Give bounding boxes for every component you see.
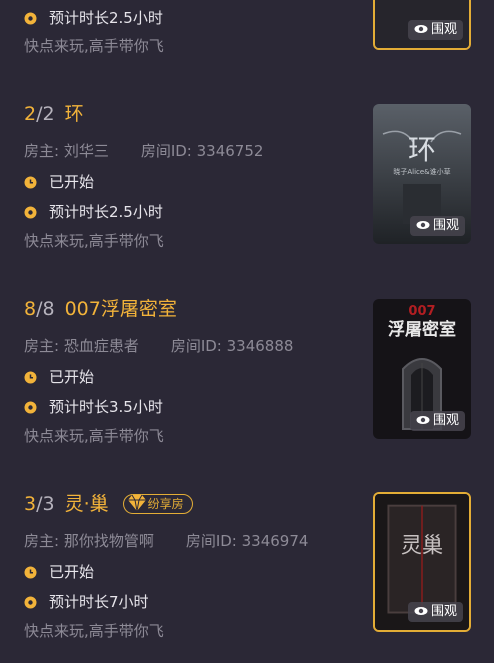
room-card[interactable]: 2/2 环 房主: 刘华三 房间ID: 3346752 已开始 预计时长2.5小时 …	[0, 100, 494, 250]
room-title: 2/2 环	[24, 103, 84, 125]
poster-title: 环	[408, 133, 436, 166]
dot-icon	[24, 399, 37, 419]
status-text: 已开始	[49, 563, 95, 581]
poster-title: 灵巢	[401, 533, 443, 558]
eye-icon	[414, 607, 428, 615]
duration-row: 预计时长3.5小时	[24, 397, 163, 419]
watch-button[interactable]: 围观	[409, 216, 465, 236]
poster-subtitle: 晓子Alice&谁小草	[393, 167, 450, 176]
shared-room-badge: 纷享房	[122, 494, 193, 514]
dot-icon	[24, 204, 37, 224]
poster-subtitle: 浮屠密室	[388, 319, 456, 340]
room-card[interactable]: 8/8 007浮屠密室 房主: 恐血症患者 房间ID: 3346888 已开始 预计…	[0, 295, 494, 445]
dot-icon	[24, 594, 37, 614]
duration-text: 预计时长3.5小时	[49, 398, 163, 416]
duration-text: 预计时长2.5小时	[49, 9, 163, 27]
room-poster[interactable]: 007 浮屠密室 围观	[373, 299, 471, 439]
status-text: 已开始	[49, 173, 95, 191]
room-poster[interactable]: 环 晓子Alice&谁小草 围观	[373, 104, 471, 244]
eye-icon	[416, 221, 430, 229]
player-count-total: 8	[42, 298, 55, 320]
host-label: 房主: 刘华三	[24, 142, 109, 160]
watch-button[interactable]: 围观	[407, 20, 463, 40]
room-id: 房间ID: 3346974	[185, 532, 309, 550]
dot-icon	[24, 10, 37, 30]
duration-text: 预计时长2.5小时	[49, 203, 163, 221]
watch-label: 围观	[432, 218, 459, 233]
eye-icon	[414, 25, 428, 33]
room-poster[interactable]: 灵巢 围观	[373, 492, 471, 632]
room-name: 环	[64, 103, 84, 125]
room-name: 灵·巢	[64, 493, 109, 515]
tagline: 快点来玩,高手带你飞	[24, 232, 164, 250]
room-name: 007浮屠密室	[64, 298, 177, 320]
room-card[interactable]: 3/3 灵·巢 纷享房 房主: 那你找物管啊 房间ID: 3346974 已开始 预计…	[0, 490, 494, 640]
duration-text: 预计时长7小时	[49, 593, 149, 611]
player-count-current: 2	[24, 103, 37, 125]
room-meta: 房主: 刘华三 房间ID: 3346752	[24, 141, 263, 161]
room-title: 8/8 007浮屠密室	[24, 298, 177, 320]
clock-icon	[24, 369, 37, 389]
status-row: 已开始	[24, 367, 94, 389]
clock-icon	[24, 564, 37, 584]
player-count-current: 3	[24, 493, 37, 515]
host-label: 房主: 那你找物管啊	[24, 532, 154, 550]
watch-button[interactable]: 围观	[407, 602, 463, 622]
watch-label: 围观	[432, 413, 459, 428]
room-poster[interactable]: 围观	[373, 0, 471, 50]
room-card[interactable]: 预计时长2.5小时 快点来玩,高手带你飞 围观	[0, 0, 494, 60]
status-row: 已开始	[24, 172, 94, 194]
watch-label: 围观	[430, 604, 457, 619]
eye-icon	[416, 416, 430, 424]
host-label: 房主: 恐血症患者	[24, 337, 139, 355]
status-text: 已开始	[49, 368, 95, 386]
duration-row: 预计时长7小时	[24, 592, 149, 614]
room-title: 3/3 灵·巢 纷享房	[24, 493, 193, 515]
diamond-icon	[127, 494, 146, 512]
status-row: 已开始	[24, 562, 94, 584]
tagline: 快点来玩,高手带你飞	[24, 37, 164, 55]
player-count-total: 2	[42, 103, 55, 125]
room-id: 房间ID: 3346888	[170, 337, 294, 355]
badge-label: 纷享房	[147, 497, 184, 511]
room-meta: 房主: 恐血症患者 房间ID: 3346888	[24, 336, 293, 356]
tagline: 快点来玩,高手带你飞	[24, 427, 164, 445]
watch-button[interactable]: 围观	[409, 411, 465, 431]
room-meta: 房主: 那你找物管啊 房间ID: 3346974	[24, 531, 308, 551]
poster-title: 007	[408, 304, 435, 319]
clock-icon	[24, 174, 37, 194]
watch-label: 围观	[430, 22, 457, 37]
tagline: 快点来玩,高手带你飞	[24, 622, 164, 640]
player-count-total: 3	[42, 493, 55, 515]
player-count-current: 8	[24, 298, 37, 320]
duration-row: 预计时长2.5小时	[24, 202, 163, 224]
duration-row: 预计时长2.5小时	[24, 8, 163, 30]
room-id: 房间ID: 3346752	[140, 142, 264, 160]
